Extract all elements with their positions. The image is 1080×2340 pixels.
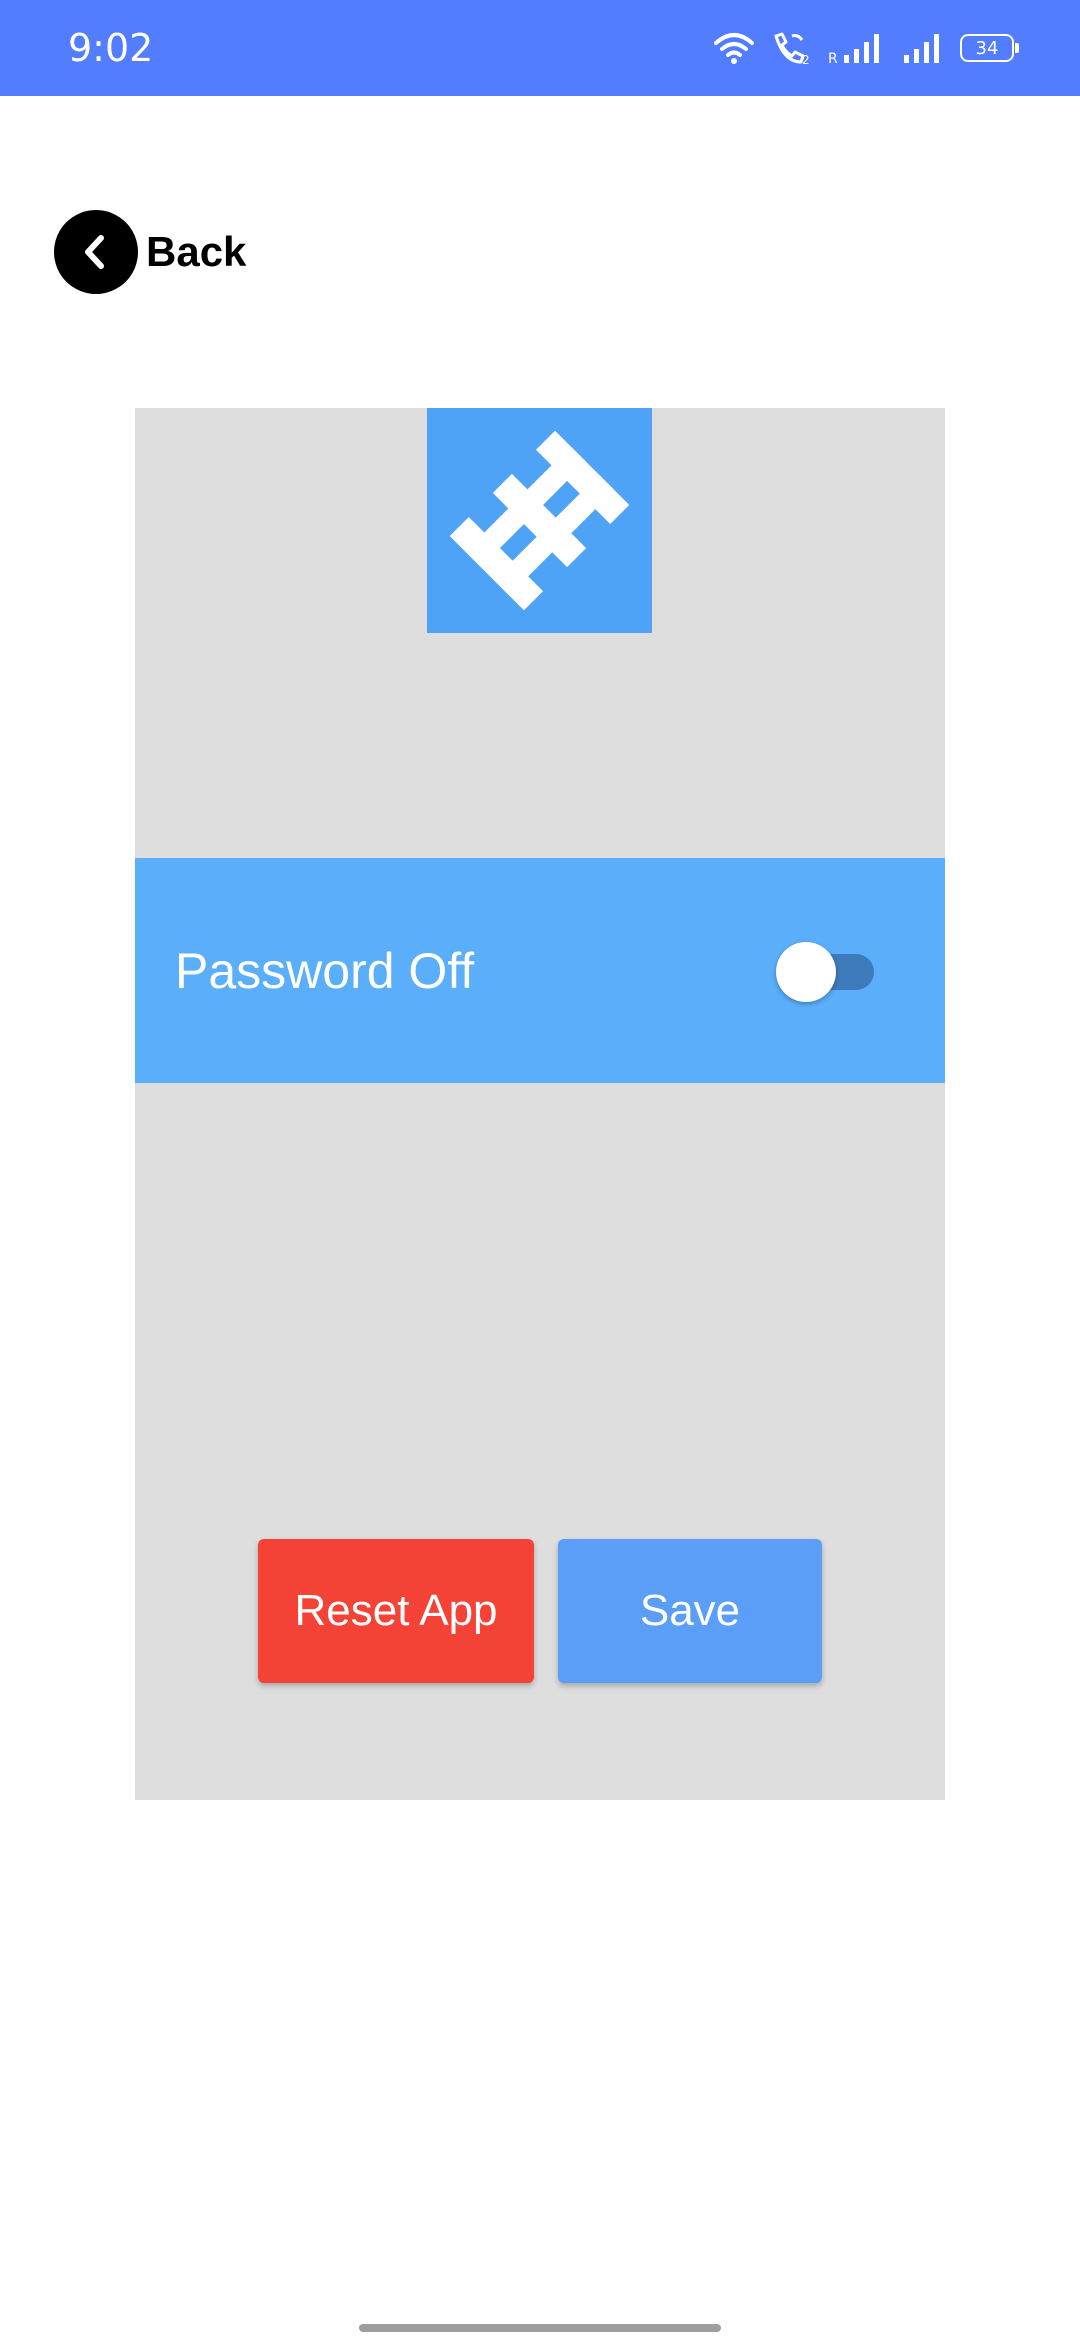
status-time: 9:02 [68, 26, 154, 70]
toggle-thumb [776, 942, 836, 1002]
password-label: Password Off [175, 943, 475, 999]
back-button[interactable]: Back [54, 210, 246, 294]
reset-app-button[interactable]: Reset App [258, 1539, 534, 1683]
svg-text:2: 2 [802, 53, 810, 66]
settings-card: Password Off Reset App Save [135, 408, 945, 1800]
chevron-left-icon [54, 210, 138, 294]
back-label: Back [146, 228, 247, 275]
wifi-icon [714, 31, 754, 65]
status-bar: 9:02 2 R 34 [0, 0, 1080, 96]
signal-icon [902, 31, 944, 65]
signal-roaming-icon: R [828, 31, 886, 65]
password-setting-row: Password Off [135, 858, 945, 1083]
status-icons: 2 R 34 [714, 28, 1019, 68]
wifi-call-icon: 2 [770, 30, 812, 66]
home-indicator[interactable] [359, 2324, 721, 2332]
password-toggle[interactable] [776, 942, 876, 1002]
save-button[interactable]: Save [558, 1539, 822, 1683]
svg-text:R: R [828, 51, 838, 65]
app-logo-icon [427, 408, 652, 633]
battery-icon: 34 [960, 34, 1019, 62]
